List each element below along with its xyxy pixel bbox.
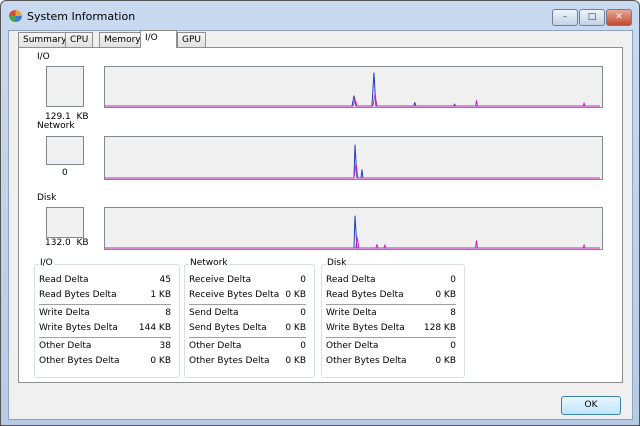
stat-row: Write Bytes Delta 128 KB	[326, 323, 456, 337]
stat-label: Other Delta	[39, 341, 92, 351]
stat-value: 8	[450, 308, 456, 318]
system-information-window: System Information – □ ✕ Summary CPU Mem…	[0, 0, 640, 426]
stat-value: 0	[450, 275, 456, 285]
stat-label: Write Delta	[326, 308, 377, 318]
stat-row: Read Bytes Delta 0 KB	[326, 290, 456, 304]
stat-value: 128 KB	[423, 323, 456, 333]
stat-row: Send Bytes Delta 0 KB	[189, 323, 306, 337]
tab-summary[interactable]: Summary	[18, 32, 72, 48]
stat-label: Receive Bytes Delta	[189, 290, 280, 300]
io-read-line	[105, 72, 601, 107]
stat-value: 38	[159, 341, 171, 351]
stat-label: Write Bytes Delta	[326, 323, 405, 333]
stat-label: Other Delta	[189, 341, 242, 351]
divider	[326, 304, 456, 305]
group-title: Network	[189, 258, 229, 268]
stat-value: 0	[300, 275, 306, 285]
stat-label: Send Bytes Delta	[189, 323, 267, 333]
io-graph	[104, 66, 603, 108]
disk-graph	[104, 207, 603, 250]
stat-row: Send Delta 0	[189, 308, 306, 322]
group-title: Disk	[326, 258, 348, 268]
stat-row: Other Bytes Delta 0 KB	[189, 356, 306, 370]
stat-value: 45	[159, 275, 171, 285]
app-icon	[9, 10, 22, 22]
network-graph-label: Network	[37, 121, 75, 131]
disk-value: 132.0 KB	[45, 238, 89, 248]
stat-row: Write Delta 8	[39, 308, 171, 322]
stat-value: 0 KB	[435, 356, 456, 366]
stat-value: 0 KB	[285, 323, 306, 333]
stat-label: Other Delta	[326, 341, 379, 351]
stat-value: 0	[300, 308, 306, 318]
minimize-button[interactable]: –	[552, 9, 578, 26]
stat-row: Write Delta 8	[326, 308, 456, 322]
maximize-button[interactable]: □	[579, 9, 605, 26]
stat-row: Read Bytes Delta 1 KB	[39, 290, 171, 304]
stat-value: 0	[450, 341, 456, 351]
divider	[326, 337, 456, 338]
stat-label: Other Bytes Delta	[326, 356, 407, 366]
stat-label: Read Delta	[326, 275, 376, 285]
stat-row: Read Delta 45	[39, 275, 171, 289]
stat-row: Other Delta 0	[189, 341, 306, 355]
stat-label: Other Bytes Delta	[189, 356, 270, 366]
disk-level-box	[46, 207, 84, 238]
stat-row: Read Delta 0	[326, 275, 456, 289]
stat-row: Other Delta 0	[326, 341, 456, 355]
window-title: System Information	[27, 10, 136, 23]
stat-value: 0	[300, 341, 306, 351]
group-title: I/O	[39, 258, 54, 268]
stats-group-disk: Disk Read Delta 0 Read Bytes Delta 0 KB Write…	[321, 258, 465, 378]
divider	[189, 337, 306, 338]
close-button[interactable]: ✕	[606, 9, 632, 26]
network-send-line	[105, 163, 601, 179]
tab-io[interactable]: I/O	[140, 30, 177, 48]
stats-group-io: I/O Read Delta 45 Read Bytes Delta 1 KB Write…	[34, 258, 180, 378]
stat-label: Receive Delta	[189, 275, 252, 285]
divider	[189, 304, 306, 305]
stat-label: Read Delta	[39, 275, 89, 285]
io-level-box	[46, 66, 84, 107]
stat-row: Receive Delta 0	[189, 275, 306, 289]
stat-row: Receive Bytes Delta 0 KB	[189, 290, 306, 304]
stat-value: 0 KB	[435, 290, 456, 300]
io-graph-label: I/O	[37, 52, 50, 62]
stat-value: 1 KB	[150, 290, 171, 300]
disk-graph-label: Disk	[37, 193, 57, 203]
ok-button[interactable]: OK	[561, 396, 621, 415]
stat-label: Write Delta	[39, 308, 90, 318]
divider	[39, 337, 171, 338]
stat-label: Read Bytes Delta	[326, 290, 404, 300]
stat-label: Write Bytes Delta	[39, 323, 118, 333]
network-level-box	[46, 136, 84, 165]
disk-read-line	[105, 215, 601, 249]
tab-memory[interactable]: Memory	[99, 32, 146, 48]
stat-row: Other Bytes Delta 0 KB	[326, 356, 456, 370]
stat-label: Send Delta	[189, 308, 239, 318]
stat-value: 8	[165, 308, 171, 318]
stat-label: Other Bytes Delta	[39, 356, 120, 366]
stat-value: 0 KB	[150, 356, 171, 366]
stats-group-network: Network Receive Delta 0 Receive Bytes Delta…	[184, 258, 315, 378]
network-value: 0	[62, 168, 68, 178]
stat-row: Write Bytes Delta 144 KB	[39, 323, 171, 337]
stat-row: Other Delta 38	[39, 341, 171, 355]
stat-value: 0 KB	[285, 290, 306, 300]
divider	[39, 304, 171, 305]
network-receive-line	[105, 144, 601, 179]
stat-value: 0 KB	[285, 356, 306, 366]
tab-cpu[interactable]: CPU	[65, 32, 94, 48]
disk-write-line	[105, 236, 601, 249]
network-graph	[104, 136, 603, 180]
tab-gpu[interactable]: GPU	[177, 32, 206, 48]
stat-row: Other Bytes Delta 0 KB	[39, 356, 171, 370]
stat-value: 144 KB	[138, 323, 171, 333]
stat-label: Read Bytes Delta	[39, 290, 117, 300]
